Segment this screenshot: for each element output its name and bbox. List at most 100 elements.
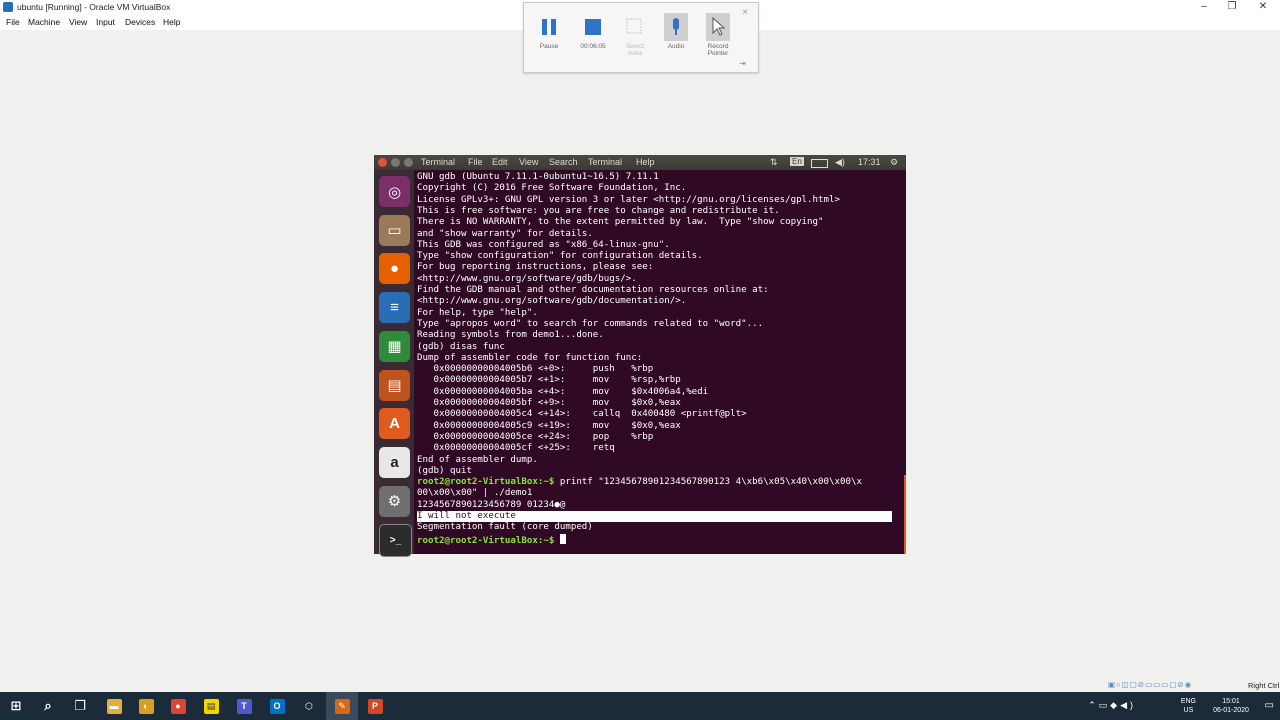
writer-icon[interactable]: ≡ [379,292,410,324]
menu-machine[interactable]: Machine [28,17,60,27]
pause-label: Pause [539,43,559,50]
window-edge-accent [904,475,906,554]
restore-icon[interactable]: ❐ [1223,1,1241,12]
shell-prompt-current: root2@root2-VirtualBox:~$ [417,535,555,546]
virtualbox-taskbar-button[interactable]: ⬡ [293,692,325,720]
terminal-line: (gdb) quit [417,465,472,476]
start-taskbar-button[interactable]: ⊞ [0,692,32,720]
cheat-engine-taskbar-button[interactable]: ◐ [130,692,162,720]
terminal-line: GNU gdb (Ubuntu 7.11.1-0ubuntu1~16.5) 7.… [417,172,659,182]
pause-button[interactable]: Pause [534,13,564,50]
terminal-icon[interactable]: >_ [379,524,412,558]
device-status-icons[interactable]: ▣○◫▢⊘▭▭▭▢⊘◉ [1108,680,1233,689]
terminal-close-icon[interactable] [378,158,387,167]
search-icon: ⌕ [39,698,57,714]
recorder-app-taskbar-button[interactable]: ✎ [326,692,358,720]
powerpoint-taskbar-button[interactable]: P [359,692,391,720]
dash-icon[interactable]: ◎ [379,176,410,207]
recorder-pin-icon[interactable]: ⇥ [739,59,746,68]
stop-button[interactable]: 00:06:05 [576,13,610,50]
firefox-icon[interactable]: ● [379,253,410,285]
terminal-line: End of assembler dump. [417,454,538,465]
system-gear-icon[interactable]: ⚙ [890,157,898,168]
terminal-menu-edit[interactable]: Edit [492,157,508,167]
network-transfer-icon[interactable]: ⇅ [770,157,778,168]
volume-icon[interactable]: ◀) [835,157,845,168]
terminal-line: 0x00000000004005cf <+25>: retq [417,443,615,454]
terminal-menu-file[interactable]: File [468,157,483,167]
task-view-taskbar-button[interactable]: ❐ [64,692,96,720]
menu-file[interactable]: File [6,17,20,27]
file-explorer-taskbar-button[interactable]: ▬ [98,692,130,720]
terminal-minimize-icon[interactable] [391,158,400,167]
app-name[interactable]: Terminal [421,157,455,167]
terminal-line: 0x00000000004005ce <+24>: pop %rbp [417,431,654,442]
region-code: US [1183,707,1194,714]
search-taskbar-button[interactable]: ⌕ [32,692,64,720]
battery-icon[interactable] [811,159,828,168]
close-icon[interactable]: ✕ [1254,1,1272,12]
outlook-taskbar-button[interactable]: O [261,692,293,720]
microphone-icon [673,18,679,35]
terminal-line: Find the GDB manual and other documentat… [417,285,769,295]
terminal-maximize-icon[interactable] [404,158,413,167]
language-code: ENG [1180,698,1196,705]
program-output: 1234567890123456789 01234●@ [417,499,566,510]
terminal-line: For bug reporting instructions, please s… [417,262,654,273]
minimize-icon[interactable]: – [1195,1,1213,12]
terminal-line: (gdb) disas func [417,341,505,352]
keyboard-layout[interactable]: En [790,157,804,166]
notification-icon[interactable]: ▭ [1265,700,1274,711]
terminal-line: This GDB was configured as "x86_64-linux… [417,239,670,250]
terminal-line: <http://www.gnu.org/software/gdb/documen… [417,296,687,307]
teams-icon: T [236,698,252,714]
record-pointer-toggle[interactable]: Record Pointer [703,13,733,57]
terminal-line: 0x00000000004005bf <+9>: mov $0x0,%eax [417,398,681,408]
command-line-continued: 00\x00\x00" | ./demo1 [417,488,533,499]
recorder-close-icon[interactable]: × [742,7,748,18]
tray-icons[interactable]: ⌃▭◆◀) [1088,700,1136,711]
terminal-line: For help, type "help". [417,307,538,318]
select-area-button[interactable]: Select Area [620,13,650,57]
select-area-icon [626,18,642,34]
language-indicator[interactable]: ENG US [1181,697,1196,715]
terminal-line: 0x00000000004005ba <+4>: mov $0x4006a4,%… [417,386,709,397]
clock[interactable]: 17:31 [858,157,881,167]
menu-help[interactable]: Help [163,17,180,27]
pointer-icon [712,17,725,36]
select-area-label: Select Area [625,43,645,57]
software-center-icon[interactable]: A [379,408,410,440]
terminal-menu-help[interactable]: Help [636,157,655,167]
recording-toolbar: Pause 00:06:05 Select Area Audio Record … [523,2,759,73]
teams-taskbar-button[interactable]: T [228,692,260,720]
audio-toggle[interactable]: Audio [661,13,691,50]
menu-input[interactable]: Input [96,17,115,27]
menu-view[interactable]: View [69,17,87,27]
menu-devices[interactable]: Devices [125,17,155,27]
file-explorer-icon: ▬ [106,698,122,714]
terminal-line: License GPLv3+: GNU GPL version 3 or lat… [417,194,841,205]
ubuntu-top-panel: Terminal File Edit View Search Terminal … [374,155,906,170]
terminal-line: Reading symbols from demo1...done. [417,330,604,341]
terminal-line: 0x00000000004005b7 <+1>: mov %rsp,%rbp [417,375,681,386]
sticky-notes-taskbar-button[interactable]: ▤ [195,692,227,720]
calc-icon[interactable]: ▦ [379,330,410,362]
terminal-menu-terminal[interactable]: Terminal [588,157,622,167]
terminal-line: <http://www.gnu.org/software/gdb/bugs/>. [417,273,637,284]
terminal-menu-search[interactable]: Search [549,157,578,167]
amazon-icon[interactable]: a [379,446,410,478]
window-title: ubuntu [Running] - Oracle VM VirtualBox [17,2,171,12]
impress-icon[interactable]: ▤ [379,369,410,401]
terminal-menu-view[interactable]: View [519,157,538,167]
cheat-engine-icon: ◐ [138,698,154,714]
host-key-label: Right Ctrl [1248,681,1280,690]
files-icon[interactable]: ▭ [379,214,410,246]
terminal-line: There is NO WARRANTY, to the extent perm… [417,217,824,228]
chrome-taskbar-button[interactable]: ● [162,692,194,720]
taskbar-clock[interactable]: 15:01 06-01-2020 [1206,697,1256,715]
terminal-window[interactable]: GNU gdb (Ubuntu 7.11.1-0ubuntu1~16.5) 7.… [414,170,906,554]
settings-icon[interactable]: ⚙ [379,485,410,517]
terminal-line: This is free software: you are free to c… [417,205,780,216]
selected-output[interactable]: I will not execute [417,510,892,523]
ubuntu-launcher: ◎ ▭ ● ≡ ▦ ▤ Aa ⚙ >_ [374,170,414,558]
